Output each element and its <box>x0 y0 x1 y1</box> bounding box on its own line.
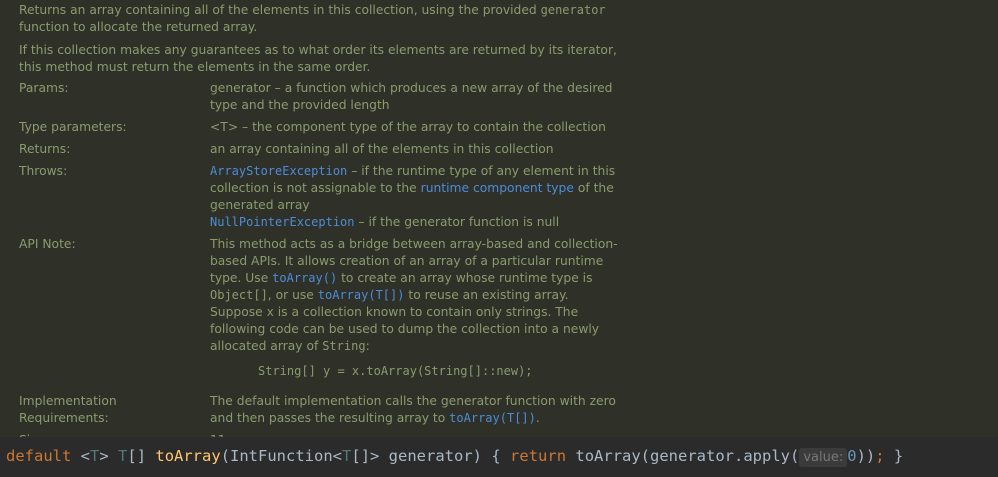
throws-section: Throws: ArrayStoreException – if the run… <box>19 163 998 231</box>
returns-label: Returns: <box>19 142 71 156</box>
impl-req-value: The default implementation calls the gen… <box>210 394 616 425</box>
impl-req-section: Implementation Requirements: The default… <box>19 393 998 427</box>
returns-value: an array containing all of the elements … <box>210 142 554 156</box>
api-note-value: This method acts as a bridge between arr… <box>210 236 630 388</box>
array-store-exception-link[interactable]: ArrayStoreException <box>210 164 347 178</box>
type-params-section: Type parameters: <T> – the component typ… <box>19 119 998 136</box>
params-value: generator – a function which produces a … <box>210 81 613 112</box>
fold-open-brace[interactable]: { <box>491 447 500 465</box>
type-params-label: Type parameters: <box>19 120 127 134</box>
number-literal: 0 <box>847 447 857 465</box>
throws-label: Throws: <box>19 164 68 178</box>
params-label: Params: <box>19 81 69 95</box>
params-section: Params: generator – a function which pro… <box>19 80 998 114</box>
description-paragraph-2: If this collection makes any guarantees … <box>19 43 617 74</box>
impl-to-array-link[interactable]: toArray(T[]) <box>449 411 536 425</box>
type-params-value: <T> – the component type of the array to… <box>210 120 606 134</box>
api-note-section: API Note: This method acts as a bridge b… <box>19 236 998 388</box>
runtime-component-type-link[interactable]: runtime component type <box>421 181 574 195</box>
throws-value: ArrayStoreException – if the runtime typ… <box>210 164 616 229</box>
to-array-link[interactable]: toArray() <box>272 271 337 285</box>
null-pointer-exception-link[interactable]: NullPointerException <box>210 215 355 229</box>
to-array-t-link[interactable]: toArray(T[]) <box>318 288 405 302</box>
returns-section: Returns: an array containing all of the … <box>19 141 998 158</box>
fold-close-brace[interactable]: } <box>894 447 903 465</box>
description-paragraph-1: Returns an array containing all of the e… <box>19 3 606 34</box>
parameter-hint: value: <box>799 448 848 467</box>
quick-documentation-popup: Returns an array containing all of the e… <box>0 0 998 447</box>
editor-code-line[interactable]: default <T> T[] toArray(IntFunction<T[]>… <box>0 437 998 475</box>
method-name[interactable]: toArray <box>155 447 220 465</box>
api-note-code-example: String[] y = x.toArray(String[]::new); <box>258 364 533 378</box>
api-note-label: API Note: <box>19 237 76 251</box>
keyword-return: return <box>510 447 567 465</box>
keyword-default: default <box>6 447 72 465</box>
impl-req-label: Implementation Requirements: <box>19 394 117 425</box>
generator-code: generator <box>540 3 606 17</box>
